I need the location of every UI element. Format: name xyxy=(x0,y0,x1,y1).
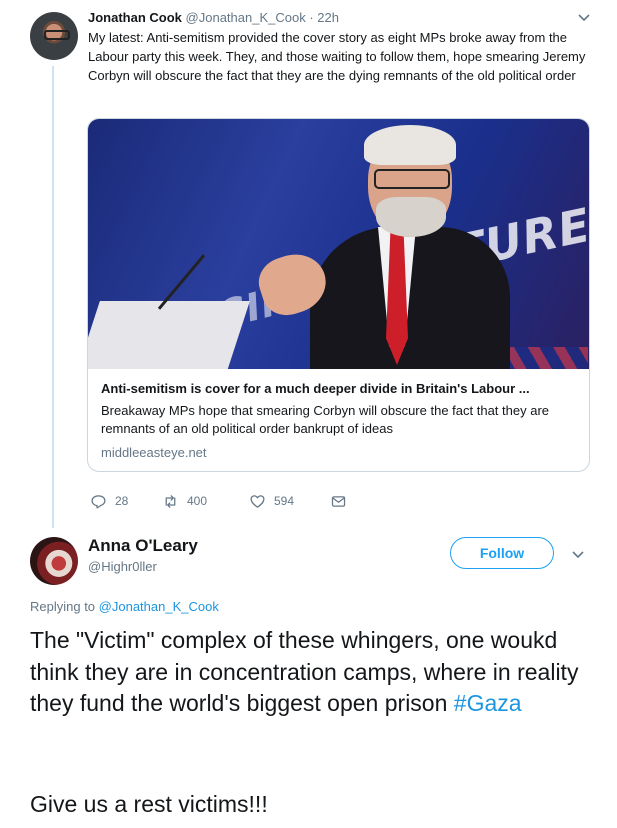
reply-count: 28 xyxy=(115,494,129,508)
direct-message-button[interactable] xyxy=(330,492,355,510)
tweet2-text: The "Victim" complex of these whingers, … xyxy=(30,625,600,720)
like-icon xyxy=(250,494,265,508)
replying-to-label: Replying to @Jonathan_K_Cook xyxy=(30,598,219,615)
retweet-button[interactable]: 400 xyxy=(162,492,207,510)
retweet-icon xyxy=(165,494,176,508)
link-card-description: Breakaway MPs hope that smearing Corbyn … xyxy=(101,403,549,436)
chevron-down-icon[interactable] xyxy=(577,10,591,24)
reply-icon xyxy=(91,494,106,509)
replying-to-mention-link[interactable]: @Jonathan_K_Cook xyxy=(99,599,219,614)
chevron-down-icon[interactable] xyxy=(571,547,585,561)
link-card[interactable]: FACING FUTURE Anti-semitism is cover for… xyxy=(87,118,590,472)
like-count: 594 xyxy=(274,494,295,508)
tweet1-timestamp[interactable]: 22h xyxy=(317,10,339,25)
reply-button[interactable]: 28 xyxy=(90,492,128,510)
tweet1-separator: · xyxy=(309,10,314,25)
link-card-domain: middleeasteye.net xyxy=(101,445,207,460)
thread-connector-line xyxy=(52,66,54,528)
replying-to-prefix: Replying to xyxy=(30,599,99,614)
follow-button[interactable]: Follow xyxy=(450,537,554,569)
avatar-anna-oleary[interactable] xyxy=(30,537,78,585)
retweet-count: 400 xyxy=(187,494,208,508)
direct-message-icon xyxy=(331,495,346,507)
tweet1-author-handle[interactable]: @Jonathan_K_Cook xyxy=(186,10,306,25)
link-card-image[interactable]: FACING FUTURE xyxy=(88,119,589,369)
hashtag-link[interactable]: #Gaza xyxy=(454,690,522,716)
tweet1-header: Jonathan Cook @Jonathan_K_Cook · 22h xyxy=(88,10,339,26)
tweet1-text: My latest: Anti-semitism provided the co… xyxy=(88,30,586,83)
tweet2-author-name[interactable]: Anna O'Leary xyxy=(88,536,198,556)
avatar-jonathan-cook[interactable] xyxy=(30,12,78,60)
tweet1-author-name[interactable]: Jonathan Cook xyxy=(88,10,182,25)
link-card-title[interactable]: Anti-semitism is cover for a much deeper… xyxy=(101,380,577,398)
tweet2-author-handle[interactable]: @Highr0ller xyxy=(88,558,157,575)
like-button[interactable]: 594 xyxy=(249,492,294,510)
tweet2-text-closing: Give us a rest victims!!! xyxy=(30,791,268,817)
